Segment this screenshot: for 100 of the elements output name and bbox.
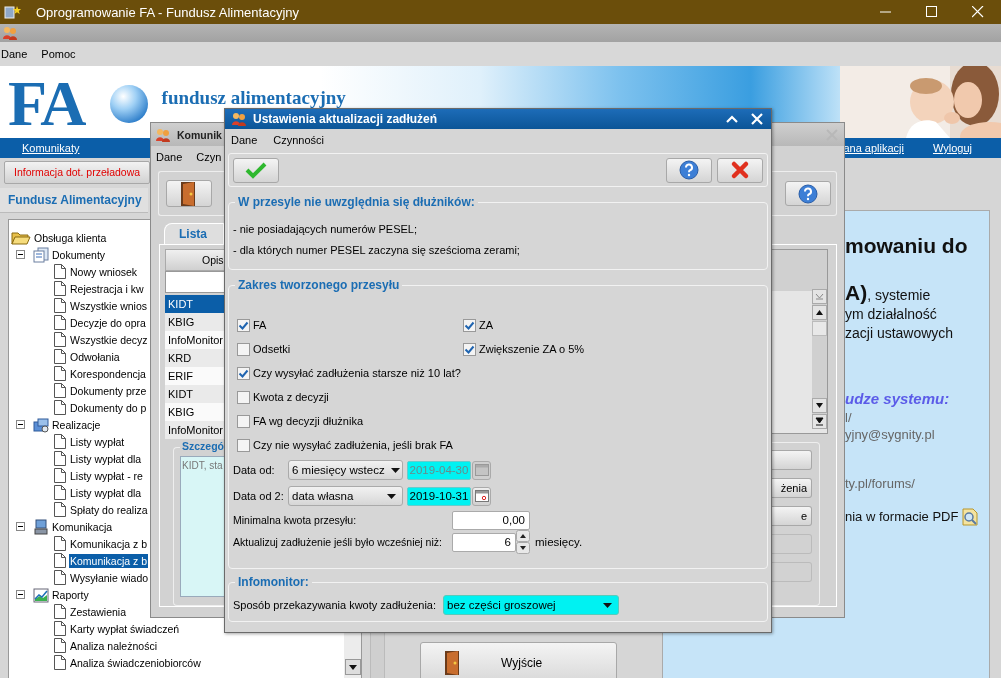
checkbox[interactable] [237,390,250,404]
checkbox-label[interactable]: ZA [479,319,494,331]
table-row[interactable]: ERIF [165,367,224,385]
computer-icon [33,518,49,535]
collapse-toggle[interactable] [16,590,25,599]
menu-item[interactable]: Pomoc [41,48,76,60]
tree-item[interactable]: Komunikacja z b [69,536,149,551]
tree-item[interactable]: Analiza świadczeniobiorców [69,655,202,670]
column-header[interactable]: Opis [165,249,224,271]
chart-icon [33,586,49,603]
checkbox[interactable] [237,342,250,356]
page-icon [54,536,66,551]
tree-item[interactable]: Nowy wniosek [69,264,139,279]
checkbox-label[interactable]: Czy nie wysyłać zadłużenia, jeśli brak FA [253,439,453,451]
checkbox-label[interactable]: Odsetki [253,343,291,355]
tree-item[interactable]: Listy wypłat - re [69,468,144,483]
exit-button[interactable]: Wyjście [420,642,617,678]
close-icon [972,6,984,18]
page-icon [54,383,66,398]
users-icon[interactable] [2,25,18,41]
tree-item[interactable]: Wszystkie decyz [69,332,149,347]
calendar-button[interactable] [472,486,491,506]
checkbox-label[interactable]: Czy wysyłać zadłużenia starsze niż 10 lat? [253,367,461,379]
caret-icon [603,602,612,608]
document-magnifier-icon[interactable] [961,508,980,526]
spin-buttons[interactable] [516,530,530,554]
collapse-icon[interactable] [726,115,738,123]
table-row[interactable]: InfoMonitor [165,331,224,349]
panel-title[interactable]: Fundusz Alimentacyjny [0,188,148,213]
tree-item[interactable]: Analiza należności [69,638,158,653]
table-row[interactable]: KIDT [165,385,224,403]
action-button[interactable]: żenia [772,478,812,498]
table-row[interactable]: KBIG [165,313,224,331]
tree-item[interactable]: Odwołania [69,349,121,364]
tree-item[interactable]: Dokumenty do p [69,400,148,415]
checkbox[interactable] [237,438,250,452]
menu-item[interactable]: Czynności [273,134,325,146]
tab[interactable]: Lista [164,223,224,244]
checkbox-label[interactable]: Kwota z decyzji [253,391,329,403]
nav-link[interactable]: Komunikaty [22,142,80,154]
contact-link[interactable]: ty.pl/forums/ [845,475,989,492]
tree-item[interactable]: Decyzje do opra [69,315,147,330]
tree-item[interactable]: Wysyłanie wiado [69,570,150,585]
dropdown[interactable]: data własna [288,486,403,506]
tree-item[interactable]: Dokumenty [51,247,107,262]
contact-link[interactable]: l/ [845,409,989,426]
checkbox-label[interactable]: FA wg decyzji dłużnika [253,415,364,427]
pdf-link[interactable]: nia w formacie PDF [845,508,959,526]
details-field[interactable]: KIDT, sta [180,456,224,597]
checkbox[interactable] [237,366,250,380]
tree-item[interactable]: Realizacje [51,417,102,432]
input-field[interactable]: 6 [452,532,516,552]
cancel-button[interactable] [717,157,763,183]
table-row[interactable]: KIDT [165,295,224,313]
scroll-down-button[interactable] [344,659,361,675]
table-row[interactable]: KBIG [165,403,224,421]
help-button[interactable] [785,181,831,206]
menu-item[interactable]: Dane [231,134,258,146]
menu-item[interactable]: Czyn [196,150,222,163]
tree-item[interactable]: Komunikacja [51,519,114,534]
tree-item[interactable]: Karty wypłat świadczeń [69,621,181,636]
tree-item[interactable]: Wszystkie wnios [69,298,148,313]
tree-item[interactable]: Raporty [51,587,90,602]
menu-item[interactable]: Dane [1,48,28,60]
action-button[interactable]: e [772,506,812,526]
help-button[interactable] [666,157,712,183]
menu-item[interactable]: Dane [156,150,183,163]
tree-item[interactable]: Listy wypłat [69,434,126,449]
tree-item[interactable]: Korespondencja [69,366,147,381]
table-row[interactable]: InfoMonitor [165,421,224,439]
tree-item[interactable]: Obsługa klienta [33,230,108,245]
table-row[interactable]: KRD [165,349,224,367]
checkbox-label[interactable]: FA [253,319,267,331]
filter-field[interactable] [165,271,224,293]
info-button[interactable]: Informacja dot. przeładowa [4,160,150,184]
page-icon [54,298,66,313]
tree-item[interactable]: Dokumenty prze [69,383,148,398]
checkbox[interactable] [237,414,250,428]
collapse-toggle[interactable] [16,420,25,429]
nav-link[interactable]: Wyloguj [932,142,972,154]
tree-item[interactable]: Listy wypłat dla [69,451,143,466]
checkbox[interactable] [463,318,476,332]
scrollbar[interactable] [812,289,827,429]
checkbox[interactable] [237,318,250,332]
nav-link[interactable]: ana aplikacji [843,142,904,154]
tree-item[interactable]: Komunikacja z b [69,553,149,568]
tree-item[interactable]: Rejestracja i kw [69,281,145,296]
contact-link[interactable]: yjny@sygnity.pl [845,426,989,443]
checkbox-label[interactable]: Zwiększenie ZA o 5% [479,343,585,355]
logo-text: FA [8,74,85,134]
collapse-toggle[interactable] [16,250,25,259]
checkbox[interactable] [463,342,476,356]
collapse-toggle[interactable] [16,522,25,531]
dropdown[interactable]: bez części groszowej [443,595,619,615]
date-field[interactable]: 2019-10-31 [407,486,471,506]
tree-item[interactable]: Spłaty do realiza [69,502,149,517]
tree-item[interactable]: Listy wypłat dla [69,485,143,500]
exit-button[interactable] [166,180,212,207]
input-field[interactable]: 0,00 [452,510,530,530]
tree-item[interactable]: Zestawienia [69,604,128,619]
